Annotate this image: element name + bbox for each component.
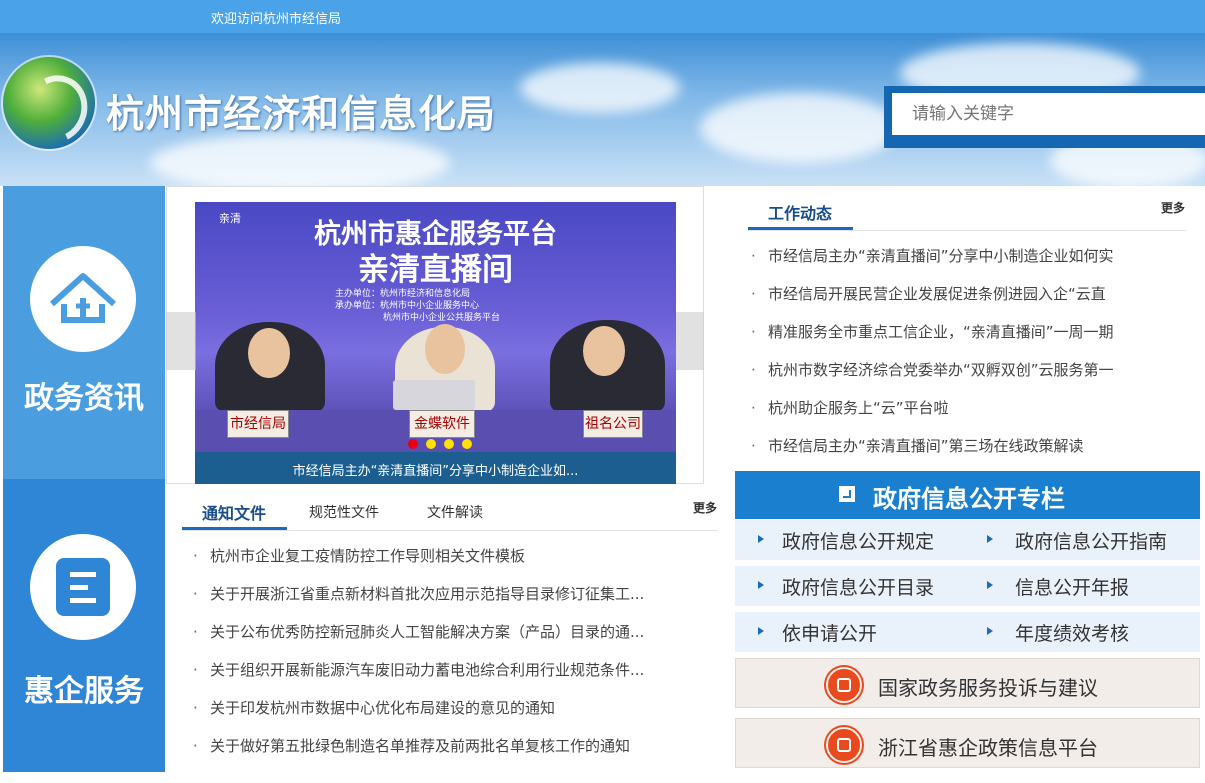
portal-complaint[interactable]: 国家政务服务投诉与建议 xyxy=(735,658,1200,708)
carousel-prev-button[interactable] xyxy=(166,312,196,370)
search-input[interactable] xyxy=(892,93,1205,135)
document-icon xyxy=(30,534,136,640)
portal-policy-label: 浙江省惠企政策信息平台 xyxy=(878,736,1098,760)
triangle-icon xyxy=(758,627,764,635)
triangle-icon xyxy=(758,581,764,589)
arrow-box-icon xyxy=(839,486,855,502)
list-item[interactable]: 关于组织开展新能源汽车废旧动力蓄电池综合利用行业规范条件... xyxy=(193,658,683,696)
gov-link-performance[interactable]: 年度绩效考核 xyxy=(1015,619,1129,646)
carousel-dot-3[interactable] xyxy=(444,439,454,449)
gov-row-1: 政府信息公开规定 政府信息公开指南 xyxy=(735,520,1200,560)
carousel-dot-4[interactable] xyxy=(462,439,472,449)
news-tabs: 工作动态 更多 xyxy=(748,194,1186,231)
gov-link-apply[interactable]: 依申请公开 xyxy=(782,619,877,646)
tab-underline xyxy=(182,527,287,530)
nameplate-3: 祖名公司 xyxy=(583,410,643,438)
policy-icon xyxy=(826,727,862,763)
triangle-icon xyxy=(987,535,993,543)
gov-row-3: 依申请公开 年度绩效考核 xyxy=(735,612,1200,652)
sidebar-item-enterprise-service[interactable]: 惠企服务 xyxy=(3,479,165,772)
list-item[interactable]: 市经信局开展民营企业发展促进条例进园入企“云直 xyxy=(751,282,1181,320)
news-list: 市经信局主办“亲清直播间”分享中小制造企业如何实 市经信局开展民营企业发展促进条… xyxy=(751,244,1181,472)
gov-info-header[interactable]: 政府信息公开专栏 xyxy=(735,471,1200,519)
gov-row-2: 政府信息公开目录 信息公开年报 xyxy=(735,566,1200,606)
tab-file-interpretation[interactable]: 文件解读 xyxy=(427,502,483,522)
house-icon xyxy=(30,246,136,352)
sidebar-label-enterprise-service: 惠企服务 xyxy=(24,674,144,709)
bureau-logo-icon[interactable] xyxy=(3,57,95,149)
carousel-next-button[interactable] xyxy=(676,312,704,370)
notice-more-link[interactable]: 更多 xyxy=(693,499,717,516)
gov-link-rules[interactable]: 政府信息公开规定 xyxy=(782,527,934,554)
gov-link-catalog[interactable]: 政府信息公开目录 xyxy=(782,573,934,600)
portal-policy[interactable]: 浙江省惠企政策信息平台 xyxy=(735,718,1200,768)
nameplate-1: 市经信局 xyxy=(227,410,289,438)
laptop xyxy=(393,380,475,410)
list-item[interactable]: 关于开展浙江省重点新材料首批次应用示范指导目录修订征集工... xyxy=(193,582,683,620)
list-item[interactable]: 关于公布优秀防控新冠肺炎人工智能解决方案（产品）目录的通... xyxy=(193,620,683,658)
carousel-caption-text: 市经信局主办“亲清直播间”分享中小制造企业如... xyxy=(292,464,579,479)
site-title[interactable]: 杭州市经济和信息化局 xyxy=(106,83,496,138)
list-item[interactable]: 杭州市企业复工疫情防控工作导则相关文件模板 xyxy=(193,544,683,582)
gov-link-guide[interactable]: 政府信息公开指南 xyxy=(1015,527,1167,554)
triangle-icon xyxy=(987,627,993,635)
news-tab-underline xyxy=(748,227,853,230)
carousel-caption[interactable]: 市经信局主办“亲清直播间”分享中小制造企业如... xyxy=(195,452,676,484)
triangle-icon xyxy=(758,535,764,543)
banner-title-2: 亲清直播间 xyxy=(358,252,513,288)
banner-info: 主办单位：杭州市经济和信息化局 承办单位：杭州市中小企业服务中心 杭州市中小企业… xyxy=(335,289,501,323)
carousel-dot-2[interactable] xyxy=(426,439,436,449)
welcome-text: 欢迎访问杭州市经信局 xyxy=(211,12,342,27)
carousel-dot-1[interactable] xyxy=(408,439,418,449)
carousel-banner-image[interactable]: 亲清 杭州市惠企服务平台 亲清直播间 主办单位：杭州市经济和信息化局 承办单位：… xyxy=(195,202,676,452)
tab-normative-files[interactable]: 规范性文件 xyxy=(309,502,379,522)
gov-link-annual-report[interactable]: 信息公开年报 xyxy=(1015,573,1129,600)
list-item[interactable]: 关于印发杭州市数据中心优化布局建设的意见的通知 xyxy=(193,696,683,734)
list-item[interactable]: 市经信局主办“亲清直播间”分享中小制造企业如何实 xyxy=(751,244,1181,282)
list-item[interactable]: 杭州助企服务上“云”平台啦 xyxy=(751,396,1181,434)
header-banner: 杭州市经济和信息化局 xyxy=(0,33,1205,186)
sidebar-item-government-news[interactable]: 政务资讯 xyxy=(3,186,165,479)
list-item[interactable]: 关于做好第五批绿色制造名单推荐及前两批名单复核工作的通知 xyxy=(193,734,683,772)
notice-tabs: 通知文件 规范性文件 文件解读 更多 xyxy=(182,494,718,531)
search-box xyxy=(884,86,1205,148)
news-more-link[interactable]: 更多 xyxy=(1161,199,1185,216)
list-item[interactable]: 精准服务全市重点工信企业，“亲清直播间”一周一期 xyxy=(751,320,1181,358)
list-item[interactable]: 市经信局主办“亲清直播间”第三场在线政策解读 xyxy=(751,434,1181,472)
top-bar: 欢迎访问杭州市经信局 xyxy=(0,0,1205,33)
list-item[interactable]: 杭州市数字经济综合党委举办“双孵双创”云服务第一 xyxy=(751,358,1181,396)
complaint-icon xyxy=(826,667,862,703)
tab-work-news[interactable]: 工作动态 xyxy=(768,200,832,224)
portal-complaint-label: 国家政务服务投诉与建议 xyxy=(878,676,1098,700)
sidebar-label-government-news: 政务资讯 xyxy=(24,381,144,416)
triangle-icon xyxy=(987,581,993,589)
carousel-dots xyxy=(408,434,480,453)
notice-list: 杭州市企业复工疫情防控工作导则相关文件模板 关于开展浙江省重点新材料首批次应用示… xyxy=(193,544,683,772)
gov-info-title: 政府信息公开专栏 xyxy=(873,484,1065,513)
tab-notice-files[interactable]: 通知文件 xyxy=(202,500,266,524)
